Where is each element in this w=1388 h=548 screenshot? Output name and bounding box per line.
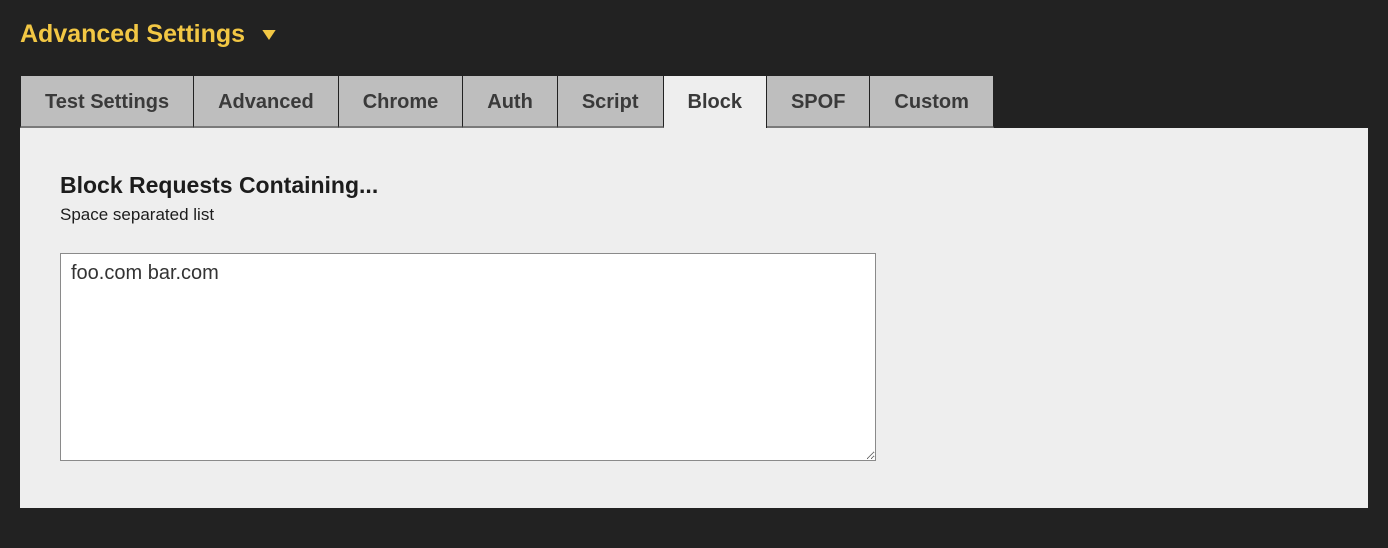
tab-bar: Test Settings Advanced Chrome Auth Scrip… [20, 75, 1368, 128]
block-panel: Block Requests Containing... Space separ… [20, 128, 1368, 508]
caret-down-icon [259, 25, 279, 45]
tab-script[interactable]: Script [558, 75, 664, 128]
block-requests-input[interactable] [60, 253, 876, 461]
block-panel-subheading: Space separated list [60, 205, 1328, 225]
tab-block[interactable]: Block [664, 75, 767, 128]
advanced-settings-toggle[interactable]: Advanced Settings [20, 20, 1368, 49]
tab-spof[interactable]: SPOF [767, 75, 870, 128]
tab-chrome[interactable]: Chrome [339, 75, 464, 128]
tab-custom[interactable]: Custom [870, 75, 993, 128]
tab-test-settings[interactable]: Test Settings [20, 75, 194, 128]
tab-advanced[interactable]: Advanced [194, 75, 339, 128]
block-panel-heading: Block Requests Containing... [60, 172, 1328, 199]
section-title: Advanced Settings [20, 20, 245, 49]
tab-auth[interactable]: Auth [463, 75, 558, 128]
